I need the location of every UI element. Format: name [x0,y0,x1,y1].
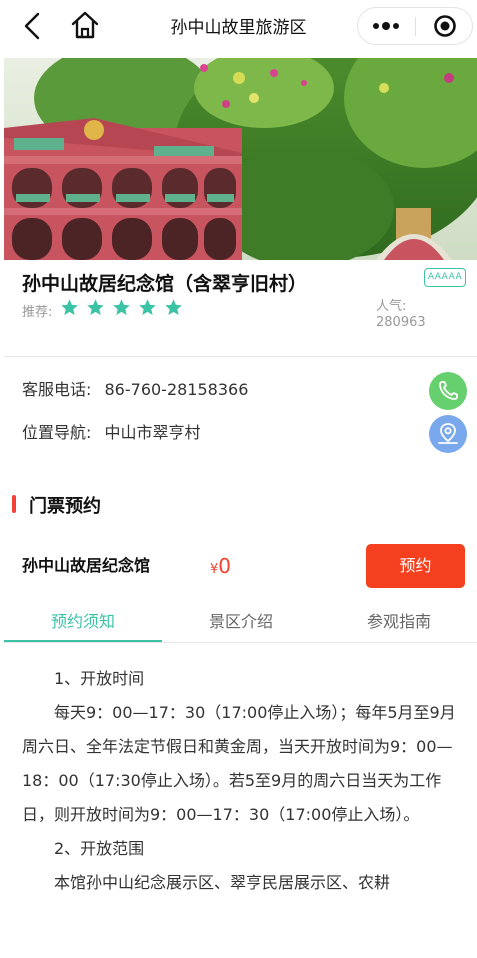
spot-name: 孙中山故居纪念馆（含翠亨旧村） [22,273,308,295]
service-phone-label: 客服电话: [22,380,92,399]
info-tabs: 预约须知 景区介绍 参观指南 [4,603,477,643]
nav-bar: 孙中山故里旅游区 [0,0,477,52]
navigate-button[interactable] [429,415,467,453]
more-icon[interactable] [358,8,415,44]
location-nav-row: 位置导航: 中山市翠亨村 [22,419,201,443]
star-icon [86,298,105,317]
tab-booking-notice[interactable]: 预约须知 [4,603,162,643]
divider [4,356,477,357]
home-icon[interactable] [68,8,102,42]
popularity-value: 280963 [376,315,426,330]
spot-info-card: 孙中山故居纪念馆（含翠亨旧村） AAAAA 推荐: 人气: 280963 [4,260,477,356]
ticket-name: 孙中山故居纪念馆 [22,556,151,575]
recommend-label: 推荐: [22,305,53,320]
notice-paragraph: 1、开放时间 [54,669,145,688]
contact-section: 客服电话: 86-760-28158366 位置导航: 中山市翠亨村 [4,358,477,460]
book-button[interactable]: 预约 [366,544,465,588]
section-title: 门票预约 [29,496,101,517]
notice-paragraph: 本馆孙中山纪念展示区、翠亨民居展示区、农耕 [54,873,391,892]
service-phone-number: 86-760-28158366 [104,380,249,399]
notice-paragraph: 2、开放范围 [54,839,145,858]
location-nav-label: 位置导航: [22,423,92,442]
mini-program-capsule [357,7,473,45]
price-value: 0 [218,554,232,578]
star-icon [138,298,157,317]
star-icon [112,298,131,317]
location-address: 中山市翠亨村 [104,423,201,442]
section-accent-bar [12,495,16,513]
active-tab-indicator [4,640,162,642]
hero-photo [4,58,477,260]
tab-visit-guide[interactable]: 参观指南 [320,603,477,643]
location-pin-icon [438,423,458,444]
service-phone-row: 客服电话: 86-760-28158366 [22,376,248,400]
tab-scenic-intro[interactable]: 景区介绍 [162,603,320,643]
star-icon [60,298,79,317]
notice-paragraph: 每天9：00—17：30（17:00停止入场）；每年5月至9月周六日、全年法定节… [22,703,456,824]
back-icon[interactable] [18,10,50,42]
notice-content: 1、开放时间 每天9：00—17：30（17:00停止入场）；每年5月至9月周六… [22,662,462,900]
phone-icon [439,381,458,400]
call-button[interactable] [429,372,467,410]
close-miniprogram-icon[interactable] [416,8,473,44]
scenic-level-badge: AAAAA [424,268,466,287]
star-icon [164,298,183,317]
rating-stars [60,298,183,320]
popularity-label: 人气: [376,299,407,314]
ticket-price: ¥0 [210,554,231,578]
